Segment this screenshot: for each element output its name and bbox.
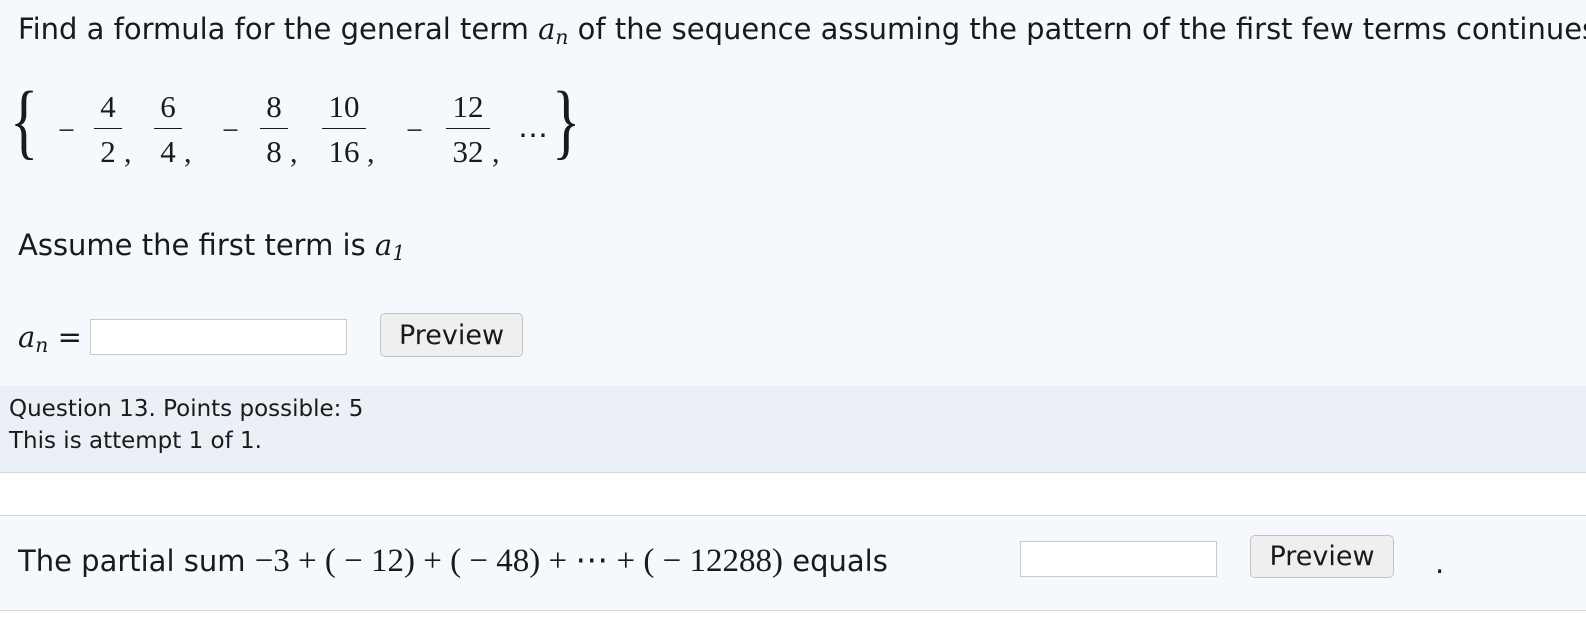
question-info-bar: Question 13. Points possible: 5 This is … <box>0 386 1586 473</box>
question-prompt: Find a formula for the general term an o… <box>18 12 1586 49</box>
assume-var-letter: a <box>374 228 393 262</box>
ellipsis: ⋯ <box>518 119 548 152</box>
open-brace: { <box>10 75 39 168</box>
answer-label-letter: a <box>18 320 36 354</box>
points-possible-text: Question 13. Points possible: 5 <box>9 396 364 422</box>
answer-label-variable: an <box>18 320 49 358</box>
partial-sum-expression: −3 + ( − 12) + ( − 48) + ⋯ + ( − 12288) <box>254 543 784 579</box>
question-2-panel: The partial sum −3 + ( − 12) + ( − 48) +… <box>0 515 1586 611</box>
term-3-numerator: 8 <box>266 89 282 124</box>
partial-sum-question: The partial sum −3 + ( − 12) + ( − 48) +… <box>18 540 888 580</box>
sequence-expression: { − 4 2 , 6 4 , − 8 8 , 10 16 , − 12 32 … <box>0 80 600 188</box>
term-1-numerator: 4 <box>100 89 116 124</box>
prompt-variable: an <box>538 12 569 50</box>
prompt-text-before: Find a formula for the general term <box>18 12 539 46</box>
preview-button-1[interactable]: Preview <box>380 313 523 357</box>
term-3-sign: − <box>222 114 239 147</box>
answer-label-subscript: n <box>35 333 49 358</box>
term-4-fraction: 10 16 <box>322 88 366 171</box>
preview-button-2[interactable]: Preview <box>1250 535 1394 578</box>
term-5-bar <box>446 128 490 129</box>
comma: , <box>184 136 192 169</box>
attempt-text: This is attempt 1 of 1. <box>9 428 262 454</box>
prompt-text-after: of the sequence assuming the pattern of … <box>568 12 1586 46</box>
comma: , <box>124 136 132 169</box>
assume-var-subscript: 1 <box>392 241 406 266</box>
partial-sum-text-after: equals <box>783 544 888 578</box>
prompt-var-letter: a <box>538 12 556 46</box>
term-2-numerator: 6 <box>160 89 176 124</box>
partial-sum-text-before: The partial sum <box>18 544 255 578</box>
term-2-denominator: 4 <box>160 134 176 169</box>
close-brace: } <box>552 75 581 168</box>
term-3-denominator: 8 <box>266 134 282 169</box>
term-2-bar <box>154 128 182 129</box>
term-3-fraction: 8 8 <box>260 88 288 171</box>
answer-label: an = <box>18 320 82 357</box>
term-4-numerator: 10 <box>328 89 360 124</box>
term-1-sign: − <box>58 114 75 147</box>
term-5-fraction: 12 32 <box>446 88 490 171</box>
formula-answer-input[interactable] <box>90 319 347 355</box>
prompt-var-subscript: n <box>555 25 569 50</box>
comma: , <box>492 136 500 169</box>
comma: , <box>367 136 375 169</box>
assume-first-term-text: Assume the first term is a1 <box>18 228 405 265</box>
term-5-sign: − <box>406 114 423 147</box>
answer-label-equals: = <box>48 320 82 354</box>
term-4-denominator: 16 <box>328 134 360 169</box>
comma: , <box>290 136 298 169</box>
assume-text: Assume the first term is <box>18 228 375 262</box>
assume-variable: a1 <box>374 228 406 266</box>
term-4-bar <box>322 128 366 129</box>
term-1-bar <box>94 128 122 129</box>
term-5-denominator: 32 <box>452 134 484 169</box>
trailing-period: . <box>1435 546 1445 580</box>
question-1-panel: Find a formula for the general term an o… <box>0 0 1586 387</box>
term-5-numerator: 12 <box>452 89 484 124</box>
partial-sum-answer-input[interactable] <box>1020 541 1217 577</box>
term-2-fraction: 6 4 <box>154 88 182 171</box>
term-1-fraction: 4 2 <box>94 88 122 171</box>
term-1-denominator: 2 <box>100 134 116 169</box>
term-3-bar <box>260 128 288 129</box>
